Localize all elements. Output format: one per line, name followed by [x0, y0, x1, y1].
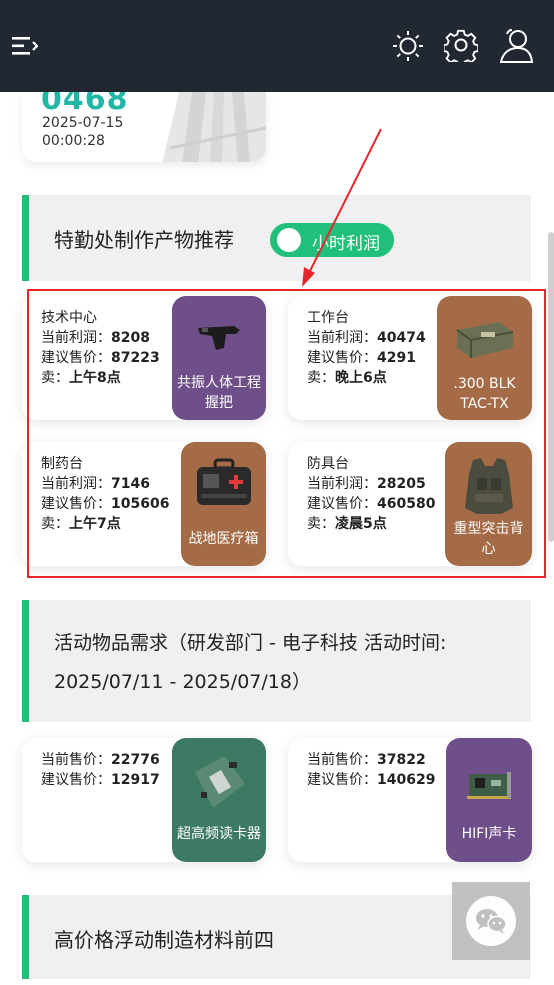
section-title: 特勤处制作产物推荐	[54, 228, 234, 252]
date-text: 2025-07-15	[42, 115, 124, 131]
wechat-icon	[466, 896, 516, 946]
price-label: 建议售价：	[307, 772, 377, 788]
activity-item-card[interactable]: 当前售价：37822 建议售价：140629 HIFI声卡	[288, 738, 532, 862]
sun-icon[interactable]	[392, 30, 424, 62]
activity-title-line2: 2025/07/11 - 2025/07/18）	[54, 671, 311, 693]
user-icon[interactable]	[498, 28, 534, 64]
activity-item-card[interactable]: 当前售价：22776 建议售价：12917 超高频读卡器	[22, 738, 266, 862]
current-price-label: 当前售价：	[41, 752, 111, 768]
price-value: 140629	[377, 772, 436, 788]
card-reader-image	[195, 756, 245, 808]
sound-card-image	[467, 772, 511, 799]
item-thumbnail[interactable]: HIFI声卡	[446, 738, 532, 862]
wechat-float-button[interactable]	[452, 882, 530, 960]
crafting-section-header: 特勤处制作产物推荐 小时利润	[22, 195, 531, 281]
time-text: 00:00:28	[42, 133, 105, 149]
current-price-label: 当前售价：	[307, 752, 377, 768]
item-name: HIFI声卡	[461, 826, 517, 842]
code-number: 0468	[41, 92, 129, 117]
time-card: 0468 2025-07-15 00:00:28	[22, 92, 266, 162]
current-price-value: 37822	[377, 752, 426, 768]
annotation-arrow	[302, 128, 382, 287]
gear-icon[interactable]	[444, 28, 478, 62]
item-thumbnail[interactable]: 超高频读卡器	[172, 738, 266, 862]
item-info: 当前售价：22776 建议售价：12917	[41, 750, 160, 790]
highlight-box	[27, 289, 546, 578]
top-app-bar	[0, 0, 554, 92]
building-illustration	[162, 92, 266, 162]
item-info: 当前售价：37822 建议售价：140629	[307, 750, 435, 790]
current-price-value: 22776	[111, 752, 160, 768]
activity-section-header: 活动物品需求（研发部门 - 电子科技 活动时间: 2025/07/11 - 20…	[22, 600, 531, 722]
activity-title-line1: 活动物品需求（研发部门 - 电子科技 活动时间:	[54, 632, 447, 654]
menu-icon[interactable]	[12, 34, 38, 58]
scrollbar[interactable]	[548, 232, 554, 542]
materials-title: 高价格浮动制造材料前四	[54, 928, 274, 952]
item-name: 超高频读卡器	[177, 826, 261, 842]
price-label: 建议售价：	[41, 772, 111, 788]
price-value: 12917	[111, 772, 160, 788]
